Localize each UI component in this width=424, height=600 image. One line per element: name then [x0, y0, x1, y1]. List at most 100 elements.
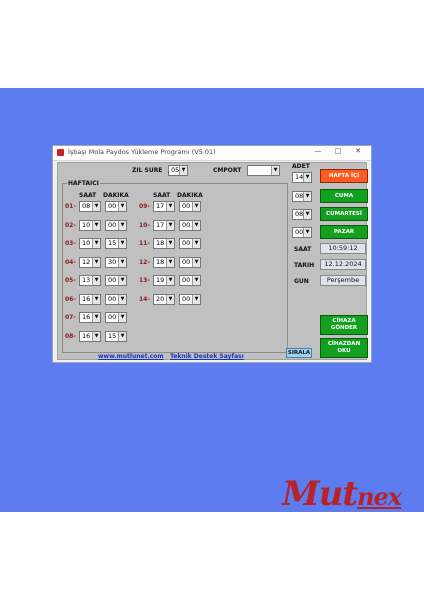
hour-select[interactable]: 10 ▼ — [79, 238, 101, 249]
chevron-down-icon: ▼ — [192, 257, 200, 267]
minute-select[interactable]: 00 ▼ — [179, 238, 201, 249]
minute-select[interactable]: 15 ▼ — [105, 238, 127, 249]
hour-select[interactable]: 08 ▼ — [79, 201, 101, 212]
chevron-down-icon: ▼ — [118, 239, 126, 248]
hour-select[interactable]: 12 ▼ — [79, 256, 101, 268]
chevron-down-icon: ▼ — [118, 294, 126, 304]
chevron-down-icon: ▼ — [166, 220, 174, 230]
chevron-down-icon: ▼ — [192, 220, 200, 230]
cumartesi-button[interactable]: CUMARTESİ — [320, 207, 368, 221]
row-number-label: 06- — [65, 295, 76, 303]
sirala-button[interactable]: SIRALA — [286, 348, 312, 358]
hour-select[interactable]: 13 ▼ — [79, 275, 101, 286]
group-title: HAFTAICI — [67, 180, 100, 187]
cuma-button[interactable]: CUMA — [320, 189, 368, 203]
chevron-down-icon: ▼ — [118, 313, 126, 322]
minute-select[interactable]: 00 ▼ — [105, 293, 127, 305]
chevron-down-icon: ▼ — [166, 276, 174, 285]
row-number-label: 04- — [65, 258, 76, 266]
dakika-header-left: DAKIKA — [103, 192, 129, 199]
hour-select[interactable]: 16 ▼ — [79, 330, 101, 342]
chevron-down-icon: ▼ — [166, 257, 174, 267]
minute-select[interactable]: 00 ▼ — [105, 219, 127, 231]
hour-select[interactable]: 17 ▼ — [153, 219, 175, 231]
cihaza-gonder-button[interactable]: CİHAZA GÖNDER — [320, 315, 368, 335]
adet-select[interactable]: 14 ▼ — [292, 172, 312, 183]
hour-select[interactable]: 16 ▼ — [79, 312, 101, 323]
row-number-label: 13- — [139, 277, 150, 284]
hour-select[interactable]: 19 ▼ — [153, 275, 175, 286]
row-number-label: 03- — [65, 240, 76, 247]
cumartesi-count-select[interactable]: 08 ▼ — [292, 209, 312, 220]
chevron-down-icon: ▼ — [92, 313, 100, 322]
row-number-label: 01- — [65, 203, 76, 210]
row-number-label: 07- — [65, 314, 76, 321]
chevron-down-icon: ▼ — [179, 166, 187, 175]
chevron-down-icon: ▼ — [92, 239, 100, 248]
minute-select[interactable]: 00 ▼ — [179, 293, 201, 305]
chevron-down-icon: ▼ — [166, 202, 174, 211]
pazar-button[interactable]: PAZAR — [320, 225, 368, 239]
title-bar: İşbaşı Mola Paydos Yükleme Programı (V5.… — [53, 146, 371, 161]
main-panel: ZIL SURE 05 ▼ CMPORT ▼ ADET 14 ▼ HAFTAICI … — [57, 162, 368, 360]
chevron-down-icon: ▼ — [192, 276, 200, 285]
pazar-count-select[interactable]: 00 ▼ — [292, 227, 312, 238]
chevron-down-icon: ▼ — [166, 294, 174, 304]
chevron-down-icon: ▼ — [92, 257, 100, 267]
chevron-down-icon: ▼ — [303, 228, 311, 237]
minute-select[interactable]: 30 ▼ — [105, 256, 127, 268]
hour-select[interactable]: 17 ▼ — [153, 201, 175, 212]
cmport-label: CMPORT — [213, 167, 242, 174]
saat-label: SAAT — [294, 246, 312, 253]
minute-select[interactable]: 00 ▼ — [179, 201, 201, 212]
chevron-down-icon: ▼ — [118, 331, 126, 341]
chevron-down-icon: ▼ — [303, 210, 311, 219]
row-number-label: 09- — [139, 203, 150, 210]
chevron-down-icon: ▼ — [92, 276, 100, 285]
gun-label: GUN — [294, 278, 309, 285]
minute-select[interactable]: 00 ▼ — [105, 275, 127, 286]
hafta-ici-button[interactable]: HAFTA İÇİ — [320, 169, 368, 183]
cihazdan-oku-button[interactable]: CİHAZDAN OKU — [320, 338, 368, 358]
chevron-down-icon: ▼ — [92, 202, 100, 211]
chevron-down-icon: ▼ — [118, 202, 126, 211]
minute-select[interactable]: 00 ▼ — [105, 312, 127, 323]
minute-select[interactable]: 00 ▼ — [179, 256, 201, 268]
hour-select[interactable]: 18 ▼ — [153, 238, 175, 249]
close-button[interactable]: ✕ — [351, 147, 365, 155]
minute-select[interactable]: 00 ▼ — [105, 201, 127, 212]
chevron-down-icon: ▼ — [303, 173, 311, 182]
chevron-down-icon: ▼ — [271, 166, 279, 175]
support-link[interactable]: Teknik Destek Sayfası — [170, 353, 244, 360]
chevron-down-icon: ▼ — [118, 257, 126, 267]
website-link[interactable]: www.mutlunet.com — [98, 353, 164, 360]
minute-select[interactable]: 00 ▼ — [179, 275, 201, 286]
cuma-count-select[interactable]: 08 ▼ — [292, 191, 312, 202]
tarih-label: TARIH — [294, 262, 315, 269]
chevron-down-icon: ▼ — [192, 294, 200, 304]
hour-select[interactable]: 10 ▼ — [79, 219, 101, 231]
app-window: İşbaşı Mola Paydos Yükleme Programı (V5.… — [52, 145, 372, 363]
gun-value: Perşembe — [320, 275, 366, 286]
hour-select[interactable]: 18 ▼ — [153, 256, 175, 268]
app-bell-icon — [57, 149, 64, 156]
brand-logo: Mutnex — [282, 474, 402, 514]
maximize-button[interactable]: □ — [331, 147, 345, 155]
chevron-down-icon: ▼ — [166, 239, 174, 248]
hour-select[interactable]: 16 ▼ — [79, 293, 101, 305]
row-number-label: 14- — [139, 295, 150, 303]
zil-sure-select[interactable]: 05 ▼ — [168, 165, 188, 176]
minute-select[interactable]: 00 ▼ — [179, 219, 201, 231]
chevron-down-icon: ▼ — [303, 192, 311, 201]
minimize-button[interactable]: — — [311, 147, 325, 155]
chevron-down-icon: ▼ — [92, 220, 100, 230]
dakika-header-right: DAKIKA — [177, 192, 203, 199]
minute-select[interactable]: 15 ▼ — [105, 330, 127, 342]
row-number-label: 08- — [65, 332, 76, 340]
hour-select[interactable]: 20 ▼ — [153, 293, 175, 305]
cmport-select[interactable]: ▼ — [247, 165, 280, 176]
saat-header-left: SAAT — [79, 192, 97, 199]
saat-value: 10:59:12 — [320, 243, 366, 254]
chevron-down-icon: ▼ — [118, 276, 126, 285]
row-number-label: 11- — [139, 240, 150, 247]
